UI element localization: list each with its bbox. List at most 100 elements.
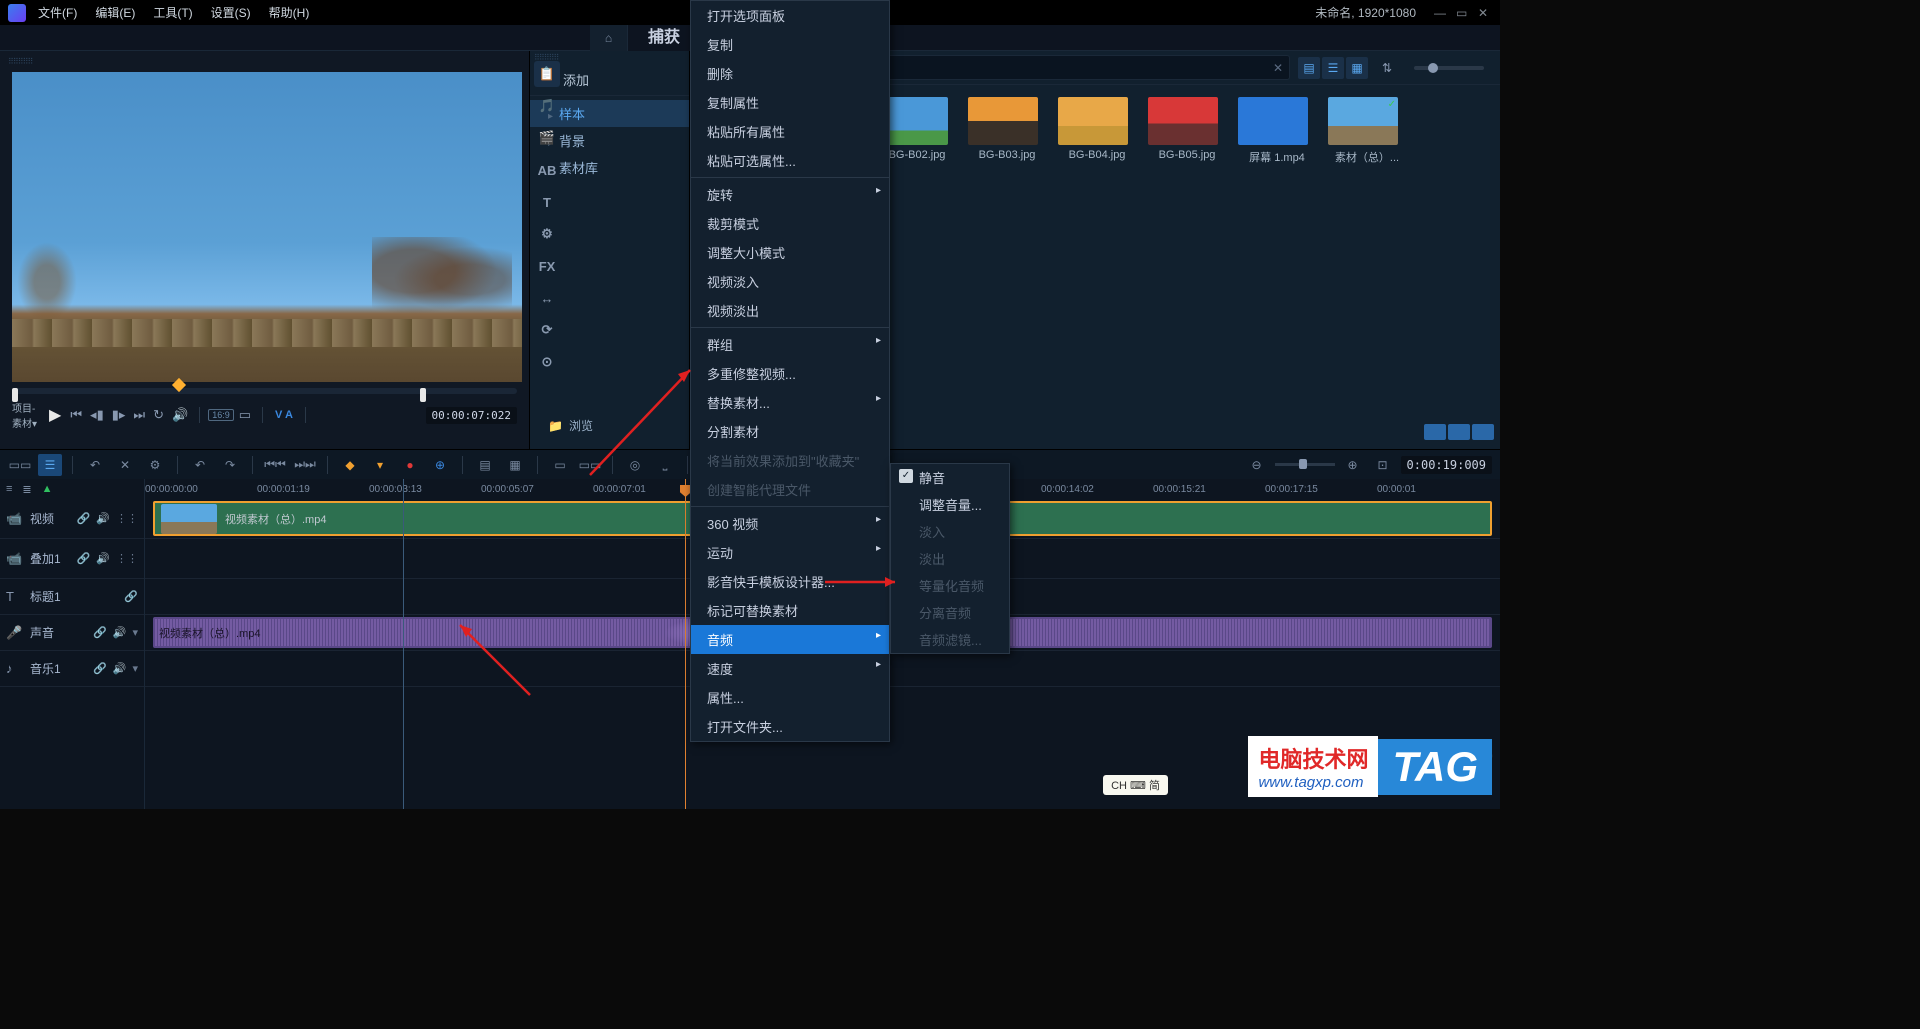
tab-home[interactable]: ⌂ <box>590 25 628 51</box>
preview-scrubber[interactable] <box>12 388 517 394</box>
context-item[interactable]: 多重修整视频... <box>691 359 889 388</box>
track-ctrl-icon[interactable]: ▾ <box>132 662 138 675</box>
goto-end-icon[interactable]: ⏭ <box>130 407 148 423</box>
menu-file[interactable]: 文件(F) <box>38 4 77 21</box>
track-header[interactable]: 🎤 声音 🔗🔊▾ <box>0 615 144 651</box>
panel-grip-icon[interactable]: ⠿⠿⠿⠿⠿ <box>4 55 525 68</box>
track-header[interactable]: 📹 叠加1 🔗🔊⋮⋮ <box>0 539 144 579</box>
close-icon[interactable]: ✕ <box>1478 6 1492 20</box>
marker-icon[interactable]: ◆ <box>338 454 362 476</box>
out-handle-icon[interactable] <box>420 388 426 402</box>
context-item[interactable]: 速度 <box>691 654 889 683</box>
storyboard-view-icon[interactable]: ▭▭ <box>8 454 32 476</box>
menu-help[interactable]: 帮助(H) <box>269 4 310 21</box>
context-item[interactable]: 打开选项面板 <box>691 1 889 30</box>
track-header[interactable]: ♪ 音乐1 🔗🔊▾ <box>0 651 144 687</box>
context-item[interactable]: 标记可替换素材 <box>691 596 889 625</box>
context-item[interactable]: 运动 <box>691 538 889 567</box>
fit-icon[interactable]: ⊡ <box>1371 454 1395 476</box>
context-item[interactable]: 粘贴可选属性... <box>691 146 889 175</box>
undo-icon[interactable]: ↶ <box>83 454 107 476</box>
goto-end-tl-icon[interactable]: ⏭⏭ <box>293 454 317 476</box>
tool-c-icon[interactable]: ▭ <box>548 454 572 476</box>
tool-settings-icon[interactable]: ⚙ <box>143 454 167 476</box>
crop-icon[interactable]: ▭ <box>236 407 254 423</box>
tool-a-icon[interactable]: ▤ <box>473 454 497 476</box>
context-item[interactable]: 粘贴所有属性 <box>691 117 889 146</box>
layout-c-icon[interactable] <box>1472 424 1494 440</box>
preview-mode-label[interactable]: 项目- 素材▾ <box>12 400 37 430</box>
context-item[interactable]: 360 视频 <box>691 509 889 538</box>
transition-tab-icon[interactable]: ↔ <box>534 285 560 311</box>
layout-b-icon[interactable] <box>1448 424 1470 440</box>
snap-icon[interactable]: ⊕ <box>428 454 452 476</box>
video-tab-icon[interactable]: 🎬 <box>534 125 560 151</box>
audio-tab-icon[interactable]: 🎵 <box>534 93 560 119</box>
prev-frame-icon[interactable]: ◂▮ <box>87 407 107 423</box>
context-item[interactable]: 旋转 <box>691 180 889 209</box>
track-ctrl-icon[interactable]: ⋮⋮ <box>116 512 138 525</box>
submenu-item[interactable]: 静音✓ <box>891 464 1009 491</box>
aspect-ratio-label[interactable]: 16:9 <box>208 409 234 421</box>
track-ctrl-icon[interactable]: 🔊 <box>113 626 127 639</box>
context-item[interactable]: 复制 <box>691 30 889 59</box>
in-handle-icon[interactable] <box>12 388 18 402</box>
path-tab-icon[interactable]: ⟳ <box>534 317 560 343</box>
menu-tools[interactable]: 工具(T) <box>153 4 192 21</box>
submenu-item[interactable]: 调整音量... <box>891 491 1009 518</box>
context-item[interactable]: 打开文件夹... <box>691 712 889 741</box>
track-ctrl-icon[interactable]: 🔊 <box>96 512 110 525</box>
menu-settings[interactable]: 设置(S) <box>211 4 251 21</box>
clear-search-icon[interactable]: ✕ <box>1273 61 1283 75</box>
title-tab-icon[interactable]: T <box>534 189 560 215</box>
minimize-icon[interactable]: — <box>1434 6 1448 20</box>
thumbnail-zoom-slider[interactable] <box>1414 66 1484 70</box>
context-item[interactable]: 群组 <box>691 330 889 359</box>
va-toggle[interactable]: V A <box>275 409 293 421</box>
next-edit-icon[interactable]: ↷ <box>218 454 242 476</box>
record-icon[interactable]: ● <box>398 454 422 476</box>
library-item[interactable]: BG-B04.jpg <box>1058 97 1136 165</box>
preview-viewport[interactable] <box>12 72 522 382</box>
track-header[interactable]: T 标题1 🔗 <box>0 579 144 615</box>
volume-icon[interactable]: 🔊 <box>169 407 191 423</box>
tracks-toggle-icon[interactable]: ≣ <box>22 483 31 496</box>
library-item[interactable]: 屏幕 1.mp4 <box>1238 97 1316 165</box>
view-grid-icon[interactable]: ▦ <box>1346 57 1368 79</box>
context-item[interactable]: 视频淡出 <box>691 296 889 325</box>
ab-tab-icon[interactable]: AB <box>534 157 560 183</box>
sort-icon[interactable]: ⇅ <box>1376 57 1398 79</box>
track-ctrl-icon[interactable]: 🔗 <box>77 552 91 565</box>
settings-tab-icon[interactable]: ⚙ <box>534 221 560 247</box>
redo-icon[interactable]: ✕ <box>113 454 137 476</box>
context-item[interactable]: 分割素材 <box>691 417 889 446</box>
track-ctrl-icon[interactable]: 🔊 <box>113 662 127 675</box>
prev-edit-icon[interactable]: ↶ <box>188 454 212 476</box>
context-item[interactable]: 音频 <box>691 625 889 654</box>
context-item[interactable]: 替换素材... <box>691 388 889 417</box>
context-menu[interactable]: 打开选项面板复制删除复制属性粘贴所有属性粘贴可选属性... 旋转裁剪模式调整大小模… <box>690 0 890 742</box>
context-item[interactable]: 属性... <box>691 683 889 712</box>
layout-a-icon[interactable] <box>1424 424 1446 440</box>
track-ctrl-icon[interactable]: 🔗 <box>77 512 91 525</box>
timeline-zoom-slider[interactable] <box>1275 463 1335 466</box>
context-item[interactable]: 调整大小模式 <box>691 238 889 267</box>
fx-tab-icon[interactable]: FX <box>534 253 560 279</box>
tool-b-icon[interactable]: ▦ <box>503 454 527 476</box>
track-ctrl-icon[interactable]: 🔗 <box>93 626 107 639</box>
track-ctrl-icon[interactable]: ▾ <box>132 626 138 639</box>
zoom-in-icon[interactable]: ⊕ <box>1341 454 1365 476</box>
goto-start-icon[interactable]: ⏮ <box>67 407 85 423</box>
zoom-out-icon[interactable]: ⊖ <box>1245 454 1269 476</box>
track-ctrl-icon[interactable]: ⋮⋮ <box>116 552 138 565</box>
context-item[interactable]: 裁剪模式 <box>691 209 889 238</box>
play-button[interactable]: ▶ <box>49 405 61 425</box>
timeline-view-icon[interactable]: ☰ <box>38 454 62 476</box>
ime-indicator[interactable]: CH ⌨ 简 <box>1103 775 1168 795</box>
context-item[interactable]: 复制属性 <box>691 88 889 117</box>
track-header[interactable]: 📹 视频 🔗🔊⋮⋮ <box>0 499 144 539</box>
add-track-icon[interactable]: ▲ <box>42 483 53 495</box>
context-item[interactable]: 删除 <box>691 59 889 88</box>
library-item[interactable]: BG-B03.jpg <box>968 97 1046 165</box>
secondary-playhead[interactable] <box>403 479 404 809</box>
